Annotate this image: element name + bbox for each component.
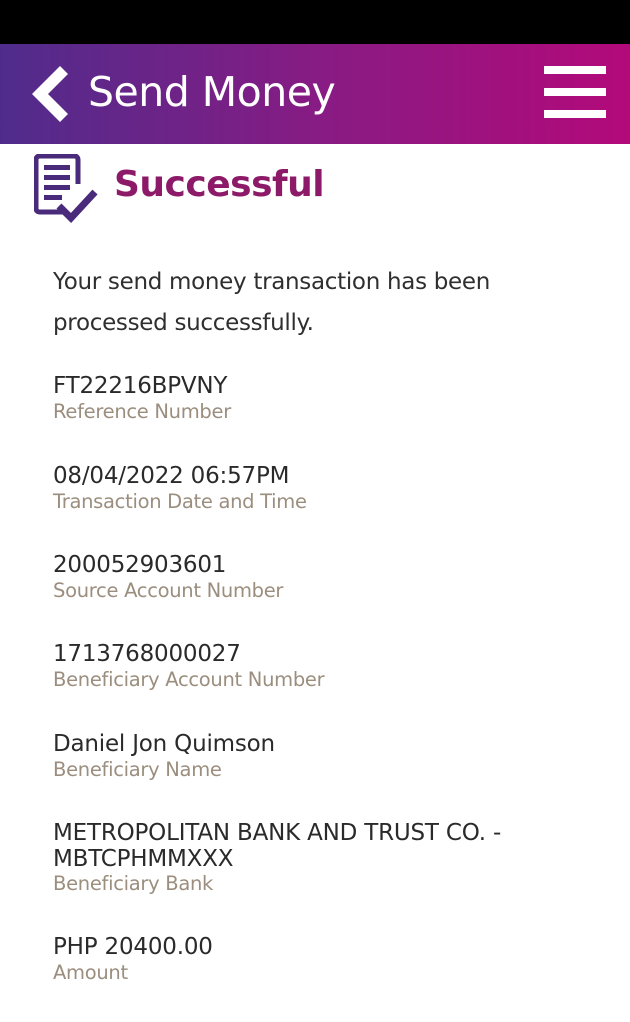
- chevron-left-icon: [32, 66, 68, 122]
- reference-number-value: FT22216BPVNY: [53, 373, 228, 399]
- status-bar: [0, 0, 630, 44]
- source-account-label: Source Account Number: [53, 579, 284, 602]
- page-title: Send Money: [88, 68, 336, 116]
- amount-value: PHP 20400.00: [53, 934, 213, 960]
- success-message: Your send money transaction has been pro…: [53, 269, 491, 336]
- document-check-icon: [33, 153, 98, 226]
- back-button[interactable]: [26, 62, 84, 126]
- app-header: Send Money: [0, 44, 630, 144]
- amount-label: Amount: [53, 961, 128, 984]
- beneficiary-account-label: Beneficiary Account Number: [53, 668, 325, 691]
- beneficiary-bank-label: Beneficiary Bank: [53, 872, 214, 895]
- menu-button[interactable]: [544, 66, 606, 118]
- success-title: Successful: [114, 164, 325, 205]
- reference-number-label: Reference Number: [53, 400, 231, 423]
- beneficiary-name-value: Daniel Jon Quimson: [53, 731, 275, 757]
- beneficiary-bank-value: METROPOLITAN BANK AND TRUST CO. - MBTCPH…: [53, 820, 502, 872]
- transaction-datetime-label: Transaction Date and Time: [53, 490, 307, 513]
- source-account-value: 200052903601: [53, 552, 227, 578]
- beneficiary-name-label: Beneficiary Name: [53, 758, 222, 781]
- transaction-datetime-value: 08/04/2022 06:57PM: [53, 463, 290, 489]
- beneficiary-account-value: 1713768000027: [53, 641, 241, 667]
